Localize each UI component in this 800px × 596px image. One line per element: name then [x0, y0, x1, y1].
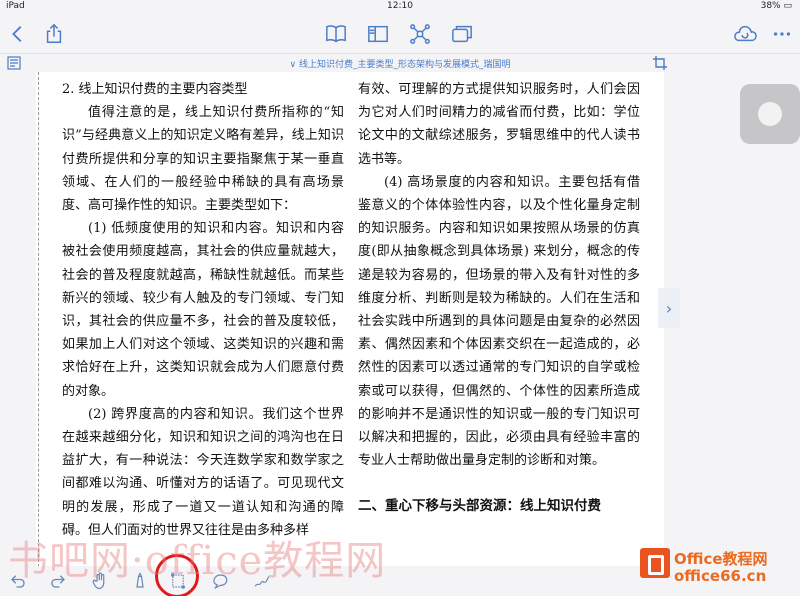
assistive-touch-button[interactable]: [740, 84, 800, 144]
layout-icon[interactable]: [364, 20, 392, 48]
share-icon[interactable]: [40, 20, 68, 48]
office-logo-icon: [640, 548, 670, 578]
paragraph: 有效、可理解的方式提供知识服务时，人们会因为它对人们时间精力的减省而付费，比如：…: [358, 82, 640, 167]
crop-icon[interactable]: [652, 55, 668, 71]
more-icon[interactable]: [768, 20, 796, 48]
battery-indicator: 38% ▭: [760, 1, 792, 11]
watermark-url: office66.cn: [674, 567, 767, 585]
battery-percent: 38%: [760, 1, 781, 11]
paragraph: (2) 跨界度高的内容和知识。我们这个世界在越来越细分化，知识和知识之间的鸿沟也…: [62, 406, 344, 538]
watermark-text: 书吧网·office教程网: [8, 538, 387, 584]
book-icon[interactable]: [322, 20, 350, 48]
next-page-button[interactable]: ›: [658, 288, 680, 328]
top-toolbar: [0, 14, 800, 54]
document-title: 线上知识付费_主要类型_形态架构与发展模式_瑞国明: [298, 60, 511, 70]
assistive-touch-dot: [758, 102, 782, 126]
paragraph: 值得注意的是，线上知识付费所指称的“知识”与经典意义上的知识定义略有差异，线上知…: [62, 105, 344, 214]
status-bar: iPad 12:10 38% ▭: [0, 0, 800, 14]
back-icon[interactable]: [4, 20, 32, 48]
right-column: 有效、可理解的方式提供知识服务时，人们会因为它对人们时间精力的减省而付费，比如：…: [358, 78, 640, 519]
pages-icon[interactable]: [448, 20, 476, 48]
watermark-brand: Office教程网: [674, 550, 768, 568]
section-heading: 二、重心下移与头部资源：线上知识付费: [358, 498, 601, 515]
paragraph: (4) 高场景度的内容和知识。主要包括有借鉴意义的个体体验性内容，以及个性化量身…: [358, 174, 640, 469]
cloud-icon[interactable]: [728, 20, 762, 48]
chevron-down-icon: ∨: [289, 60, 297, 70]
clock: 12:10: [387, 1, 413, 11]
breadcrumb[interactable]: ∨ 线上知识付费_主要类型_形态架构与发展模式_瑞国明: [0, 57, 800, 70]
document-page[interactable]: 2. 线上知识付费的主要内容类型值得注意的是，线上知识付费所指称的“知识”与经典…: [36, 72, 664, 572]
mindmap-icon[interactable]: [406, 20, 434, 48]
left-column: 2. 线上知识付费的主要内容类型值得注意的是，线上知识付费所指称的“知识”与经典…: [62, 78, 344, 542]
document-header: ∨ 线上知识付费_主要类型_形态架构与发展模式_瑞国明: [0, 54, 800, 72]
section-heading: 2. 线上知识付费的主要内容类型: [62, 82, 248, 97]
chevron-right-icon: ›: [665, 298, 673, 318]
paragraph: (1) 低频度使用的知识和内容。知识和内容被社会使用频度越高，其社会的供应量就越…: [62, 221, 344, 399]
